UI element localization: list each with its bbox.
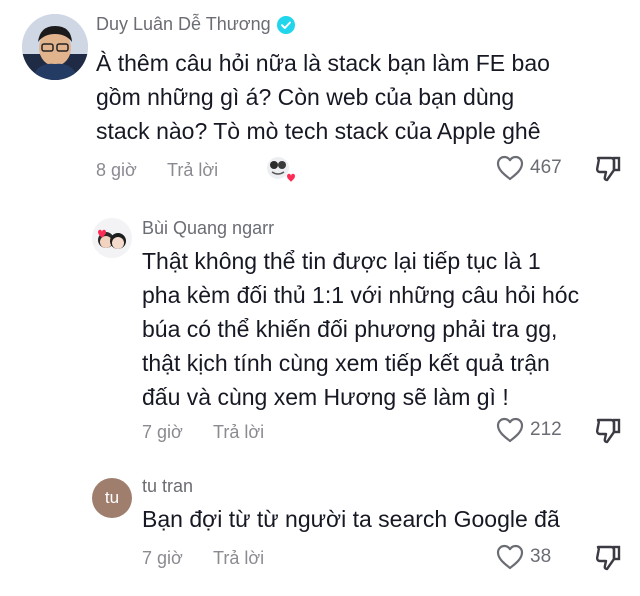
comment-1: Duy Luân Dễ Thương À thêm câu hỏi nữa là…: [0, 0, 640, 196]
username[interactable]: Bùi Quang ngarr: [142, 218, 274, 239]
like-count: 212: [530, 419, 562, 440]
username-label: Bùi Quang ngarr: [142, 218, 275, 238]
dislike-icon[interactable]: [592, 154, 622, 184]
like-button[interactable]: 467: [496, 155, 562, 181]
timestamp: 7 giờ: [142, 422, 183, 442]
comment-text: Thật không thể tin được lại tiếp tục là …: [142, 248, 580, 410]
like-button[interactable]: 212: [496, 417, 562, 443]
username[interactable]: Duy Luân Dễ Thương: [96, 14, 295, 35]
heart-outline-icon: [496, 417, 524, 443]
dislike-icon[interactable]: [592, 543, 622, 573]
comment-text: Bạn đợi từ từ người ta search Google đã: [142, 506, 560, 532]
heart-outline-icon: [496, 544, 524, 570]
username-label: tu tran: [142, 476, 194, 496]
avatar[interactable]: [22, 14, 88, 80]
timestamp: 8 giờ: [96, 160, 137, 180]
avatar-initials: tu: [104, 488, 120, 507]
verified-badge-icon: [276, 15, 295, 34]
avatar[interactable]: tu: [92, 478, 132, 518]
username[interactable]: tu tran: [142, 476, 193, 497]
comment-text: À thêm câu hỏi nữa là stack bạn làm FE b…: [96, 50, 550, 144]
avatar-couple-illustration-icon: [92, 218, 132, 258]
timestamp: 7 giờ: [142, 548, 183, 568]
comment-3: tu tu tran Bạn đợi từ từ người ta search…: [0, 466, 640, 596]
dislike-icon[interactable]: [592, 416, 622, 446]
reply-button[interactable]: Trả lời: [213, 548, 264, 569]
reply-button[interactable]: Trả lời: [213, 422, 264, 443]
reply-button[interactable]: Trả lời: [167, 160, 218, 181]
avatar-photo-icon: [22, 14, 88, 80]
like-button[interactable]: 38: [496, 544, 551, 570]
username-label: Duy Luân Dễ Thương: [96, 14, 271, 34]
like-count: 38: [530, 546, 552, 567]
like-count: 467: [530, 157, 562, 178]
creator-liked-sticker-icon: [267, 157, 295, 182]
comment-2: Bùi Quang ngarr Thật không thể tin được …: [0, 196, 640, 466]
heart-outline-icon: [496, 155, 524, 181]
avatar[interactable]: [92, 218, 132, 258]
